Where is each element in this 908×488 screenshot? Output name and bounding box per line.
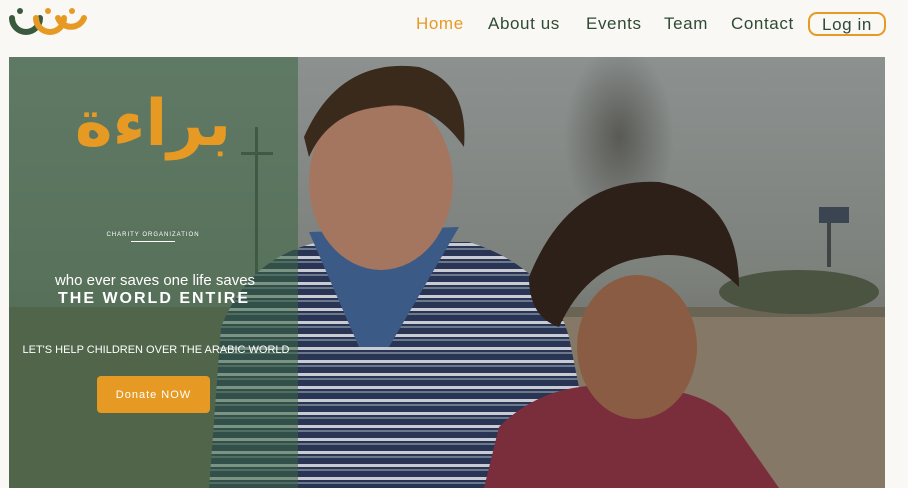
brand-title: براءة bbox=[74, 87, 232, 161]
organization-label: CHARITY ORGANIZATION bbox=[106, 232, 200, 238]
nav-link-team[interactable]: Team bbox=[664, 14, 708, 34]
login-button[interactable]: Log in bbox=[808, 12, 886, 36]
site-header: Home About us Events Team Contact Log in bbox=[0, 0, 908, 56]
hero-tagline: who ever saves one life saves bbox=[54, 272, 256, 289]
nav-link-about-us[interactable]: About us bbox=[488, 14, 560, 34]
donate-button[interactable]: Donate NOW bbox=[97, 376, 210, 413]
organization-underline bbox=[131, 241, 175, 242]
logo-icon[interactable] bbox=[8, 4, 88, 40]
hero-section: براءة CHARITY ORGANIZATION who ever save… bbox=[9, 57, 885, 488]
nav-link-events[interactable]: Events bbox=[586, 14, 642, 34]
nav-link-home[interactable]: Home bbox=[416, 14, 464, 34]
hero-subline: LET'S HELP CHILDREN OVER THE ARABIC WORL… bbox=[22, 344, 290, 356]
hero-headline: THE WORLD ENTIRE bbox=[58, 290, 250, 307]
nav-link-contact[interactable]: Contact bbox=[731, 14, 794, 34]
